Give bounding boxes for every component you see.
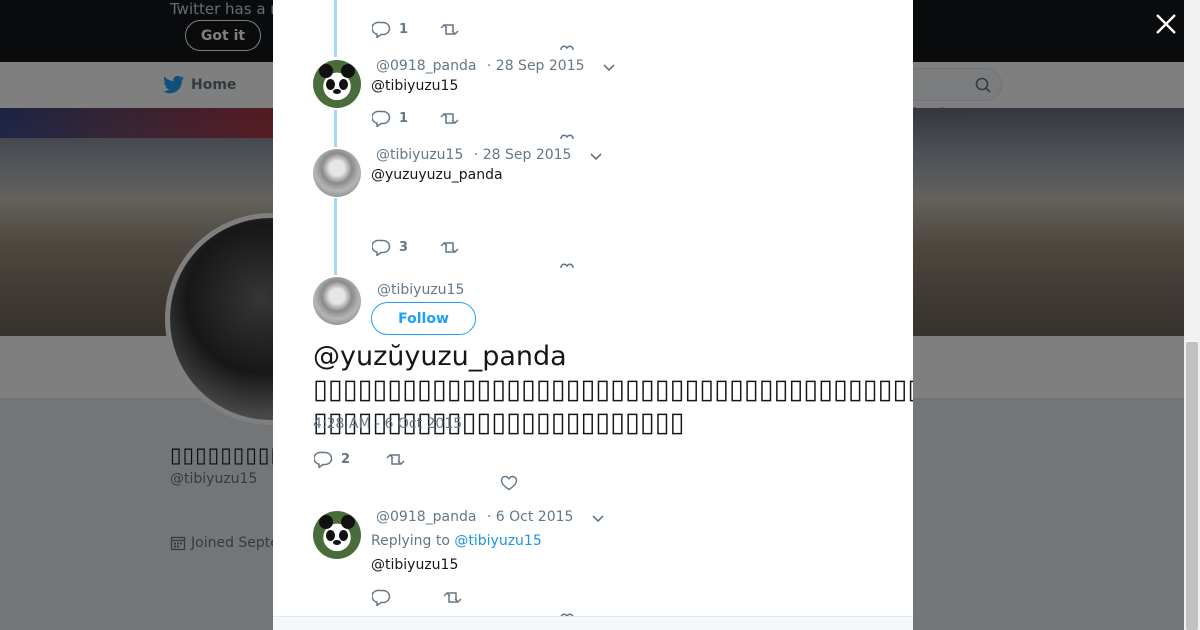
reply-icon	[372, 239, 391, 256]
tweet-text[interactable]: @tibiyuzu15	[371, 78, 458, 94]
chevron-down-icon[interactable]	[589, 152, 603, 161]
retweet-button[interactable]	[440, 239, 459, 256]
tweet-handle[interactable]: @tibiyuzu15	[376, 147, 463, 163]
main-tweet-avatar[interactable]	[313, 277, 361, 325]
reply-button[interactable]: 2	[314, 451, 350, 468]
reply-button[interactable]: 3	[372, 239, 408, 256]
tweet-text[interactable]: @yuzuyuzu_panda	[371, 167, 503, 183]
follow-button[interactable]: Follow	[371, 302, 476, 335]
retweet-icon	[440, 23, 459, 35]
tweet-actions: 3	[372, 237, 459, 257]
close-icon[interactable]	[1153, 11, 1179, 37]
chevron-down-icon[interactable]	[591, 514, 605, 523]
tweet-header: @tibiyuzu15 · 28 Sep 2015	[376, 147, 571, 163]
reply-button[interactable]: 1	[372, 21, 408, 38]
heart-icon[interactable]	[560, 133, 574, 139]
thread-line	[334, 198, 337, 275]
tweet-header: @0918_panda · 28 Sep 2015	[376, 58, 585, 74]
reply-button[interactable]	[372, 589, 391, 606]
main-tweet-actions: 2	[314, 449, 405, 469]
replying-to-link[interactable]: @tibiyuzu15	[454, 533, 541, 549]
reply-icon	[372, 589, 391, 606]
retweet-icon	[440, 241, 459, 253]
reply-button[interactable]: 1	[372, 110, 408, 127]
main-tweet-handle[interactable]: @tibiyuzu15	[377, 282, 464, 298]
reply-count: 2	[341, 451, 351, 467]
tweet-date[interactable]: · 6 Oct 2015	[487, 509, 574, 525]
retweet-icon	[443, 591, 462, 603]
heart-icon[interactable]	[560, 262, 574, 268]
reply-icon	[372, 21, 391, 38]
chevron-down-icon[interactable]	[602, 63, 616, 72]
retweet-button[interactable]	[440, 110, 459, 127]
retweet-icon	[440, 112, 459, 124]
avatar[interactable]	[313, 149, 361, 197]
avatar[interactable]	[313, 60, 361, 108]
replying-prefix: Replying to	[371, 533, 450, 549]
tweet-date[interactable]: · 28 Sep 2015	[487, 58, 585, 74]
tweet-permalink-modal: 1 @0918_panda · 28 Sep 2015 @tibiyuzu15 …	[273, 0, 913, 630]
tweet-handle[interactable]: @0918_panda	[376, 58, 476, 74]
tweet-actions: 1	[372, 108, 459, 128]
retweet-button[interactable]	[440, 21, 459, 38]
tweet-text[interactable]: @tibiyuzu15	[371, 557, 458, 573]
avatar[interactable]	[313, 511, 361, 559]
scrollbar-thumb[interactable]	[1186, 342, 1198, 630]
next-tweet-peek	[273, 617, 913, 630]
thread-line	[334, 110, 337, 147]
replying-to: Replying to @tibiyuzu15	[371, 533, 542, 549]
reply-icon	[314, 451, 333, 468]
reply-count: 1	[399, 21, 409, 37]
main-tweet-timestamp[interactable]: 4:28 AM - 6 Oct 2015	[313, 416, 462, 432]
tweet-actions: 1	[372, 19, 459, 39]
retweet-button[interactable]	[443, 589, 462, 606]
reply-count: 1	[399, 110, 409, 126]
tweet-date[interactable]: · 28 Sep 2015	[474, 147, 572, 163]
reply-count: 3	[399, 239, 409, 255]
tweet-actions	[372, 587, 462, 607]
tweet-handle[interactable]: @0918_panda	[376, 509, 476, 525]
tweet-header: @0918_panda · 6 Oct 2015	[376, 509, 573, 525]
heart-icon[interactable]	[560, 44, 574, 50]
reply-icon	[372, 110, 391, 127]
retweet-button[interactable]	[386, 451, 405, 468]
retweet-icon	[386, 453, 405, 465]
thread-line	[334, 0, 337, 57]
heart-icon[interactable]	[500, 475, 518, 491]
